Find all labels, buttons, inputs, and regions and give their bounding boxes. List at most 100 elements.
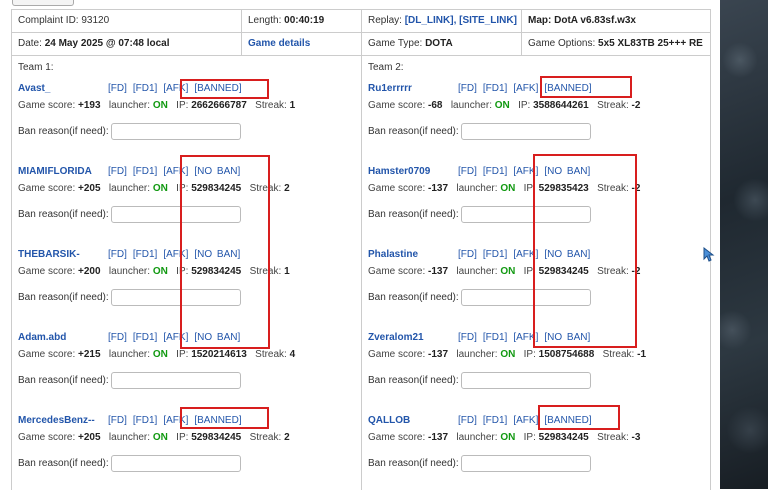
ban-status-link[interactable]: [NO BAN] — [544, 332, 590, 343]
afk-link[interactable]: [AFK] — [513, 83, 538, 94]
game-score-label: Game score: — [18, 349, 76, 360]
team-1-label: Team 1: — [18, 62, 54, 73]
player-entry: Ru1errrrr [FD] [FD1] [AFK] [BANNED] Game scor… — [368, 83, 703, 163]
game-details-cell: Game details — [242, 33, 362, 55]
player-entry: Zveralom21 [FD] [FD1] [AFK] [NO BAN] Game sco… — [368, 332, 703, 412]
fd-link[interactable]: [FD] — [108, 166, 127, 177]
player-name-link[interactable]: Zveralom21 — [368, 332, 424, 343]
streak-label: Streak: — [597, 100, 629, 111]
streak-value: 4 — [289, 349, 296, 360]
player-name-link[interactable]: Avast_ — [18, 83, 50, 94]
streak-value: -1 — [637, 349, 647, 360]
top-button[interactable] — [12, 0, 74, 6]
player-name-link[interactable]: QALLOB — [368, 415, 410, 426]
launcher-status: ON — [500, 183, 516, 194]
launcher-status: ON — [152, 100, 168, 111]
player-name-link[interactable]: MIAMIFLORIDA — [18, 166, 92, 177]
player-actions: [FD] [FD1] [AFK] [BANNED] — [458, 83, 598, 94]
fd-link[interactable]: [FD] — [108, 332, 127, 343]
ip-label: IP: — [176, 432, 189, 443]
ban-reason-label: Ban reason(if need): — [18, 458, 109, 469]
fd1-link[interactable]: [FD1] — [483, 332, 507, 343]
launcher-status: ON — [152, 432, 168, 443]
game-score-value: -68 — [428, 100, 443, 111]
game-score-value: +193 — [78, 100, 101, 111]
fd1-link[interactable]: [FD1] — [133, 415, 157, 426]
streak-label: Streak: — [602, 349, 635, 360]
player-name-link[interactable]: Hamster0709 — [368, 166, 430, 177]
player-name-link[interactable]: THEBARSIK- — [18, 249, 80, 260]
ban-reason-input[interactable] — [460, 372, 591, 389]
ban-reason-label: Ban reason(if need): — [368, 126, 459, 137]
header-row-2: Date: 24 May 2025 @ 07:48 local Game det… — [12, 33, 710, 56]
team-2-panel: Team 2: Ru1errrrr [FD] [FD1] [AFK] [BANNED] G… — [362, 56, 711, 490]
afk-link[interactable]: [AFK] — [163, 83, 188, 94]
player-stats: Game score: +200 launcher: ON IP: 529834… — [18, 266, 290, 277]
fd1-link[interactable]: [FD1] — [133, 332, 157, 343]
game-score-value: -137 — [428, 183, 449, 194]
afk-link[interactable]: [AFK] — [163, 332, 188, 343]
ban-reason-input[interactable] — [460, 455, 591, 472]
fd-link[interactable]: [FD] — [458, 166, 477, 177]
fd1-link[interactable]: [FD1] — [483, 415, 507, 426]
ban-status-link[interactable]: [NO BAN] — [544, 249, 590, 260]
player-name-link[interactable]: Ru1errrrr — [368, 83, 412, 94]
game-score-label: Game score: — [18, 183, 76, 194]
fd-link[interactable]: [FD] — [458, 249, 477, 260]
fd1-link[interactable]: [FD1] — [133, 249, 157, 260]
fd1-link[interactable]: [FD1] — [483, 83, 507, 94]
map-name: Map: DotA v6.83sf.w3x — [528, 15, 636, 26]
player-name-link[interactable]: Adam.abd — [18, 332, 66, 343]
player-name-link[interactable]: MercedesBenz-- — [18, 415, 95, 426]
afk-link[interactable]: [AFK] — [513, 415, 538, 426]
fd-link[interactable]: [FD] — [108, 415, 127, 426]
fd1-link[interactable]: [FD1] — [133, 83, 157, 94]
afk-link[interactable]: [AFK] — [513, 332, 538, 343]
ban-status-link[interactable]: [NO BAN] — [544, 166, 590, 177]
game-details-link[interactable]: Game details — [248, 38, 310, 49]
ban-reason-input[interactable] — [110, 372, 241, 389]
fd1-link[interactable]: [FD1] — [133, 166, 157, 177]
ban-status-link[interactable]: [BANNED] — [194, 415, 241, 426]
ban-status-link[interactable]: [NO BAN] — [194, 332, 240, 343]
afk-link[interactable]: [AFK] — [513, 249, 538, 260]
launcher-status: ON — [152, 266, 168, 277]
ban-status-link[interactable]: [BANNED] — [544, 83, 591, 94]
ban-reason-input[interactable] — [460, 123, 591, 140]
ip-label: IP: — [523, 432, 536, 443]
afk-link[interactable]: [AFK] — [163, 249, 188, 260]
ban-reason-input[interactable] — [110, 123, 241, 140]
ban-status-link[interactable]: [BANNED] — [194, 83, 241, 94]
fd1-link[interactable]: [FD1] — [483, 249, 507, 260]
player-entry: MIAMIFLORIDA [FD] [FD1] [AFK] [NO BAN] Game s… — [18, 166, 353, 246]
fd-link[interactable]: [FD] — [458, 332, 477, 343]
ban-reason-label: Ban reason(if need): — [18, 126, 109, 137]
afk-link[interactable]: [AFK] — [513, 166, 538, 177]
fd-link[interactable]: [FD] — [108, 83, 127, 94]
afk-link[interactable]: [AFK] — [163, 166, 188, 177]
player-stats: Game score: -137 launcher: ON IP: 150875… — [368, 349, 646, 360]
header-row-1: Complaint ID: 93120 Length: 00:40:19 Rep… — [12, 10, 710, 33]
game-score-value: -137 — [428, 349, 449, 360]
ip-label: IP: — [176, 100, 189, 111]
ban-status-link[interactable]: [NO BAN] — [194, 166, 240, 177]
game-type-value: DOTA — [425, 38, 453, 49]
fd1-link[interactable]: [FD1] — [483, 166, 507, 177]
ban-reason-input[interactable] — [110, 289, 241, 306]
replay-site-link[interactable]: [SITE_LINK] — [459, 15, 517, 26]
game-options-value: 5x5 XL83TB 25+++ RE — [598, 38, 703, 49]
ban-reason-input[interactable] — [460, 289, 591, 306]
player-name-link[interactable]: Phalastine — [368, 249, 418, 260]
afk-link[interactable]: [AFK] — [163, 415, 188, 426]
fd-link[interactable]: [FD] — [458, 415, 477, 426]
fd-link[interactable]: [FD] — [108, 249, 127, 260]
replay-dl-link[interactable]: [DL_LINK] — [405, 15, 454, 26]
launcher-label: launcher: — [456, 349, 498, 360]
ban-reason-input[interactable] — [110, 206, 241, 223]
ban-status-link[interactable]: [BANNED] — [544, 415, 591, 426]
launcher-label: launcher: — [456, 266, 498, 277]
ban-reason-input[interactable] — [460, 206, 591, 223]
fd-link[interactable]: [FD] — [458, 83, 477, 94]
ban-status-link[interactable]: [NO BAN] — [194, 249, 240, 260]
ban-reason-input[interactable] — [110, 455, 241, 472]
